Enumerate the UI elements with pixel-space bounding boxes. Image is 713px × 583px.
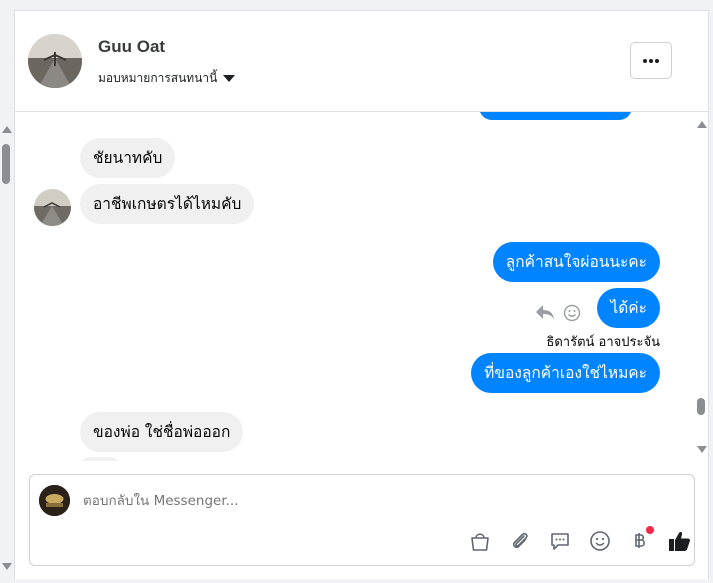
emoji-react-icon[interactable] [563, 304, 581, 322]
contact-name[interactable]: Guu Oat [98, 37, 165, 57]
saved-replies-button[interactable] [540, 527, 580, 555]
like-button[interactable] [660, 527, 700, 555]
attach-button[interactable] [500, 527, 540, 555]
shopping-bag-icon [471, 533, 489, 551]
notification-dot [646, 526, 654, 534]
chevron-down-icon [223, 75, 236, 82]
conversation-header: Guu Oat มอบหมายการสนทนานี้ [15, 11, 708, 112]
message-bubble-outgoing[interactable]: ได้ค่ะ [597, 288, 660, 328]
emoji-button[interactable] [580, 527, 620, 555]
scroll-thumb[interactable] [2, 144, 10, 184]
emoji-icon [590, 531, 610, 551]
reply-composer [29, 474, 695, 566]
assign-conversation-label: มอบหมายการสนทนานี้ [98, 71, 218, 85]
page-scrollbar[interactable] [0, 120, 14, 583]
message-bubble-incoming[interactable]: ของพ่อ ใช่ชื่อพ่อออก [80, 412, 244, 452]
more-icon [643, 58, 659, 63]
message-bubble-outgoing-partial [479, 112, 632, 120]
composer-toolbar [460, 526, 700, 555]
message-bubble-incoming[interactable]: อาชีพเกษตรได้ไหมคับ [80, 184, 255, 224]
reply-input[interactable] [83, 493, 643, 509]
assign-conversation-dropdown[interactable]: มอบหมายการสนทนานี้ [98, 69, 236, 88]
shopping-bag-button[interactable] [460, 527, 500, 555]
message-bubble-incoming[interactable]: ชัยนาทคับ [80, 138, 176, 178]
more-options-button[interactable] [630, 42, 672, 79]
thread-scrollbar[interactable] [695, 112, 708, 461]
scroll-thumb[interactable] [697, 398, 705, 415]
paperclip-icon [512, 532, 528, 549]
thumbs-up-icon [669, 531, 690, 551]
message-bubble-outgoing[interactable]: ลูกค้าสนใจผ่อนนะคะ [492, 242, 660, 282]
scroll-up-arrow-icon[interactable] [697, 121, 707, 128]
reply-icon[interactable] [535, 303, 555, 321]
page-avatar [39, 485, 70, 516]
contact-avatar[interactable] [28, 34, 82, 88]
scroll-up-arrow-icon[interactable] [2, 126, 12, 133]
scroll-down-arrow-icon[interactable] [2, 563, 12, 570]
message-bubble-icon [551, 533, 569, 550]
message-bubble-incoming-partial [80, 457, 120, 461]
sender-name: ธิดารัตน์ อาจประจัน [546, 335, 660, 350]
conversation-panel: Guu Oat มอบหมายการสนทนานี้ ชัยนาทคับ อาช… [14, 10, 709, 579]
message-bubble-outgoing[interactable]: ที่ของลูกค้าเองใช่ไหมคะ [471, 353, 660, 393]
payment-button[interactable] [620, 526, 660, 555]
contact-avatar-small[interactable] [34, 189, 71, 226]
scroll-down-arrow-icon[interactable] [697, 446, 707, 453]
message-thread[interactable]: ชัยนาทคับ อาชีพเกษตรได้ไหมคับ ลูกค้าสนใจ… [15, 112, 708, 461]
